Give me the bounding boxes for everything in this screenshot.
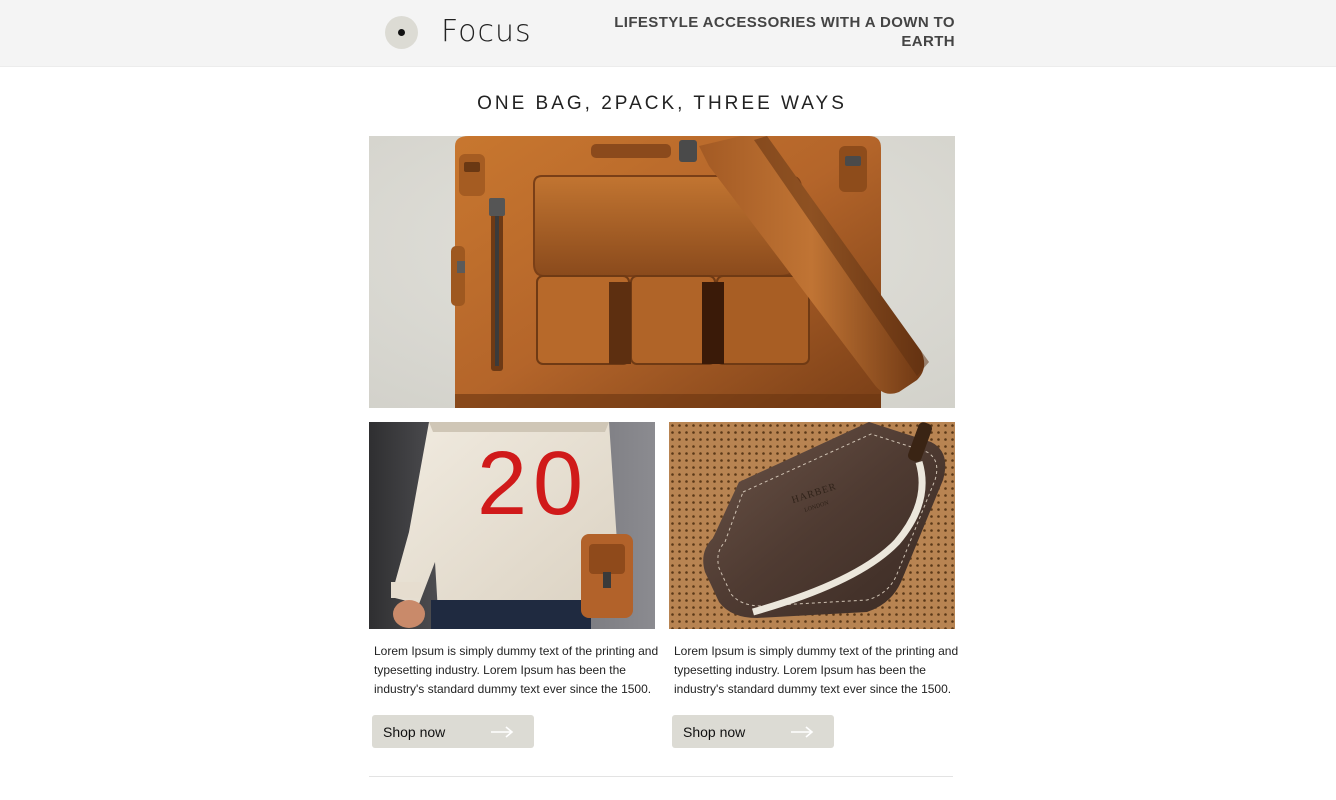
- section-divider: [369, 776, 953, 777]
- card-image-pouch[interactable]: HARBER LONDON: [669, 422, 955, 629]
- arrow-right-icon: [490, 725, 514, 738]
- shop-now-button[interactable]: Shop now: [672, 715, 834, 748]
- site-header: Focus LIFESTYLE ACCESSORIES WITH A DOWN …: [0, 0, 1336, 67]
- brand-logo[interactable]: Focus: [385, 14, 532, 50]
- shop-now-button[interactable]: Shop now: [372, 715, 534, 748]
- brand-name: Focus: [441, 13, 532, 49]
- header-tagline: LIFESTYLE ACCESSORIES WITH A DOWN TO EAR…: [614, 14, 955, 50]
- shop-now-label: Shop now: [383, 723, 446, 740]
- logo-dot-circle-icon: [385, 15, 418, 49]
- sweater-number: 20: [477, 434, 589, 534]
- card-description: Lorem Ipsum is simply dummy text of the …: [374, 644, 659, 696]
- shop-now-label: Shop now: [683, 723, 746, 740]
- card-image-sweater[interactable]: 20: [369, 422, 655, 629]
- hero-bag-image[interactable]: [369, 136, 955, 408]
- arrow-right-icon: [790, 725, 814, 738]
- card-description: Lorem Ipsum is simply dummy text of the …: [674, 644, 959, 696]
- page-headline: ONE BAG, 2PACK, THREE WAYS: [477, 93, 847, 114]
- logo-dot: [398, 28, 405, 36]
